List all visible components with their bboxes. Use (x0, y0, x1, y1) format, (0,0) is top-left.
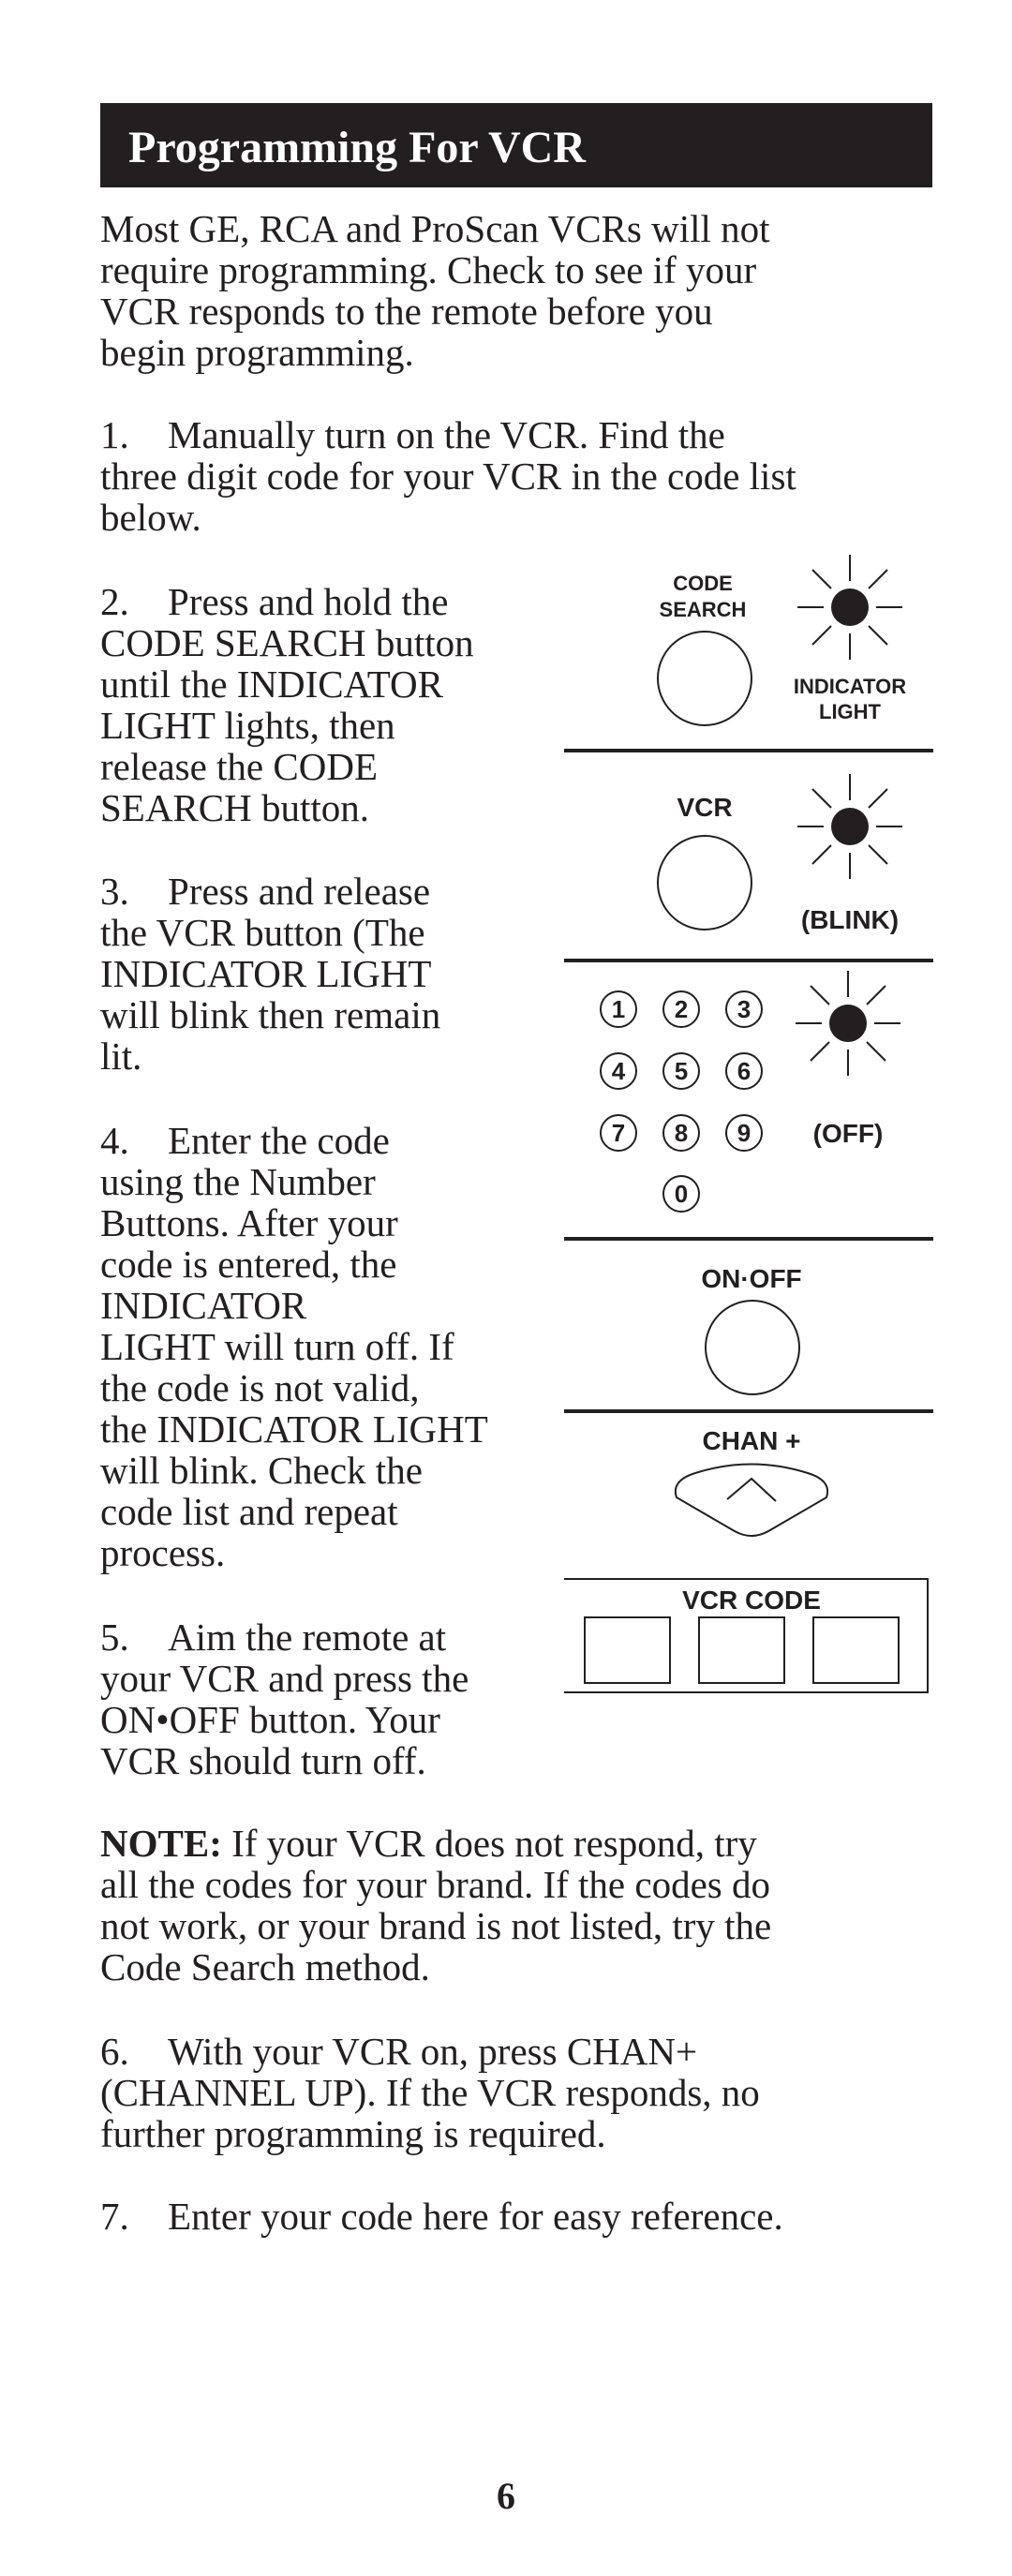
chan-up-button[interactable] (675, 1463, 828, 1537)
number-button-label: 3 (737, 995, 751, 1023)
remote-diagram: CODE SEARCH INDICATOR LIGHT VCR (BLINK) … (562, 543, 937, 1705)
note-label: NOTE: (100, 1822, 222, 1865)
vcr-code-digit-1[interactable] (584, 1616, 671, 1684)
intro-paragraph: Most GE, RCA and ProScan VCRs will not r… (100, 207, 770, 374)
step-number: 7. (100, 2195, 129, 2238)
vcr-code-digit-3[interactable] (812, 1616, 900, 1684)
number-button-label: 5 (675, 1057, 688, 1085)
step-7: 7. Enter your code here for easy referenc… (100, 2196, 934, 2237)
number-button-label: 8 (675, 1119, 688, 1147)
step-text: With your VCR on, press CHAN+ (CHANNEL U… (100, 2030, 760, 2155)
step-number: 6. (100, 2030, 129, 2073)
number-button-label: 2 (675, 995, 688, 1023)
off-label: (OFF) (813, 1119, 884, 1148)
step-number: 2. (100, 580, 129, 623)
vcr-code-label: VCR CODE (682, 1586, 821, 1615)
step-5: 5. Aim the remote at your VCR and press t… (100, 1616, 569, 1781)
step-1: 1. Manually turn on the VCR. Find the thr… (100, 414, 934, 538)
step-text: Enter the code using the Number Buttons.… (100, 1119, 488, 1574)
number-button-label: 0 (675, 1180, 688, 1208)
page-title: Programming For VCR (128, 123, 586, 172)
code-search-button[interactable] (657, 631, 752, 726)
step-4: 4. Enter the code using the Number Button… (100, 1120, 569, 1573)
vcr-code-box: VCR CODE (564, 1578, 929, 1693)
number-button-label: 4 (612, 1057, 626, 1085)
number-button-label: 9 (737, 1119, 751, 1147)
number-button-7[interactable]: 7 (600, 1114, 637, 1152)
number-button-9[interactable]: 9 (725, 1114, 763, 1152)
number-button-3[interactable]: 3 (725, 990, 763, 1028)
section-header: Programming For VCR (100, 103, 932, 187)
vcr-code-digit-2[interactable] (698, 1616, 785, 1684)
step-2: 2. Press and hold the CODE SEARCH button … (100, 581, 569, 828)
code-search-label-1: CODE (673, 572, 733, 595)
number-button-8[interactable]: 8 (662, 1114, 700, 1152)
on-off-button[interactable] (705, 1300, 800, 1395)
step-number: 1. (100, 413, 129, 456)
blink-label: (BLINK) (801, 905, 899, 934)
note-paragraph: NOTE: If your VCR does not respond, try … (100, 1823, 934, 1988)
indicator-light-icon (797, 774, 902, 879)
indicator-light-icon (796, 971, 900, 1076)
step-6: 6. With your VCR on, press CHAN+ (CHANNEL… (100, 2031, 934, 2154)
indicator-label-1: INDICATOR (794, 675, 906, 698)
step-3: 3. Press and release the VCR button (The … (100, 871, 569, 1077)
page-number: 6 (497, 2475, 515, 2517)
number-button-label: 7 (612, 1119, 625, 1147)
number-button-6[interactable]: 6 (725, 1052, 763, 1090)
indicator-label-2: LIGHT (819, 700, 882, 723)
step-number: 5. (100, 1616, 129, 1659)
number-button-4[interactable]: 4 (600, 1052, 637, 1090)
number-button-2[interactable]: 2 (662, 990, 700, 1028)
number-button-5[interactable]: 5 (662, 1052, 700, 1090)
number-button-label: 6 (737, 1057, 751, 1085)
indicator-light-icon (797, 555, 902, 660)
number-button-label: 1 (612, 995, 625, 1023)
vcr-label: VCR (677, 793, 732, 822)
step-text: Manually turn on the VCR. Find the three… (100, 413, 796, 539)
code-search-label-2: SEARCH (660, 598, 747, 621)
chan-up-label: CHAN + (702, 1426, 800, 1455)
chevron-up-icon (726, 1477, 777, 1502)
step-text: Enter your code here for easy reference. (168, 2195, 783, 2238)
vcr-button[interactable] (657, 835, 752, 931)
step-number: 4. (100, 1119, 129, 1162)
number-button-1[interactable]: 1 (600, 990, 637, 1028)
step-number: 3. (100, 870, 129, 913)
number-button-0[interactable]: 0 (662, 1175, 700, 1213)
number-pad: 1 2 3 4 5 6 7 8 9 0 (600, 990, 763, 1213)
on-off-label: ON·OFF (701, 1264, 801, 1293)
